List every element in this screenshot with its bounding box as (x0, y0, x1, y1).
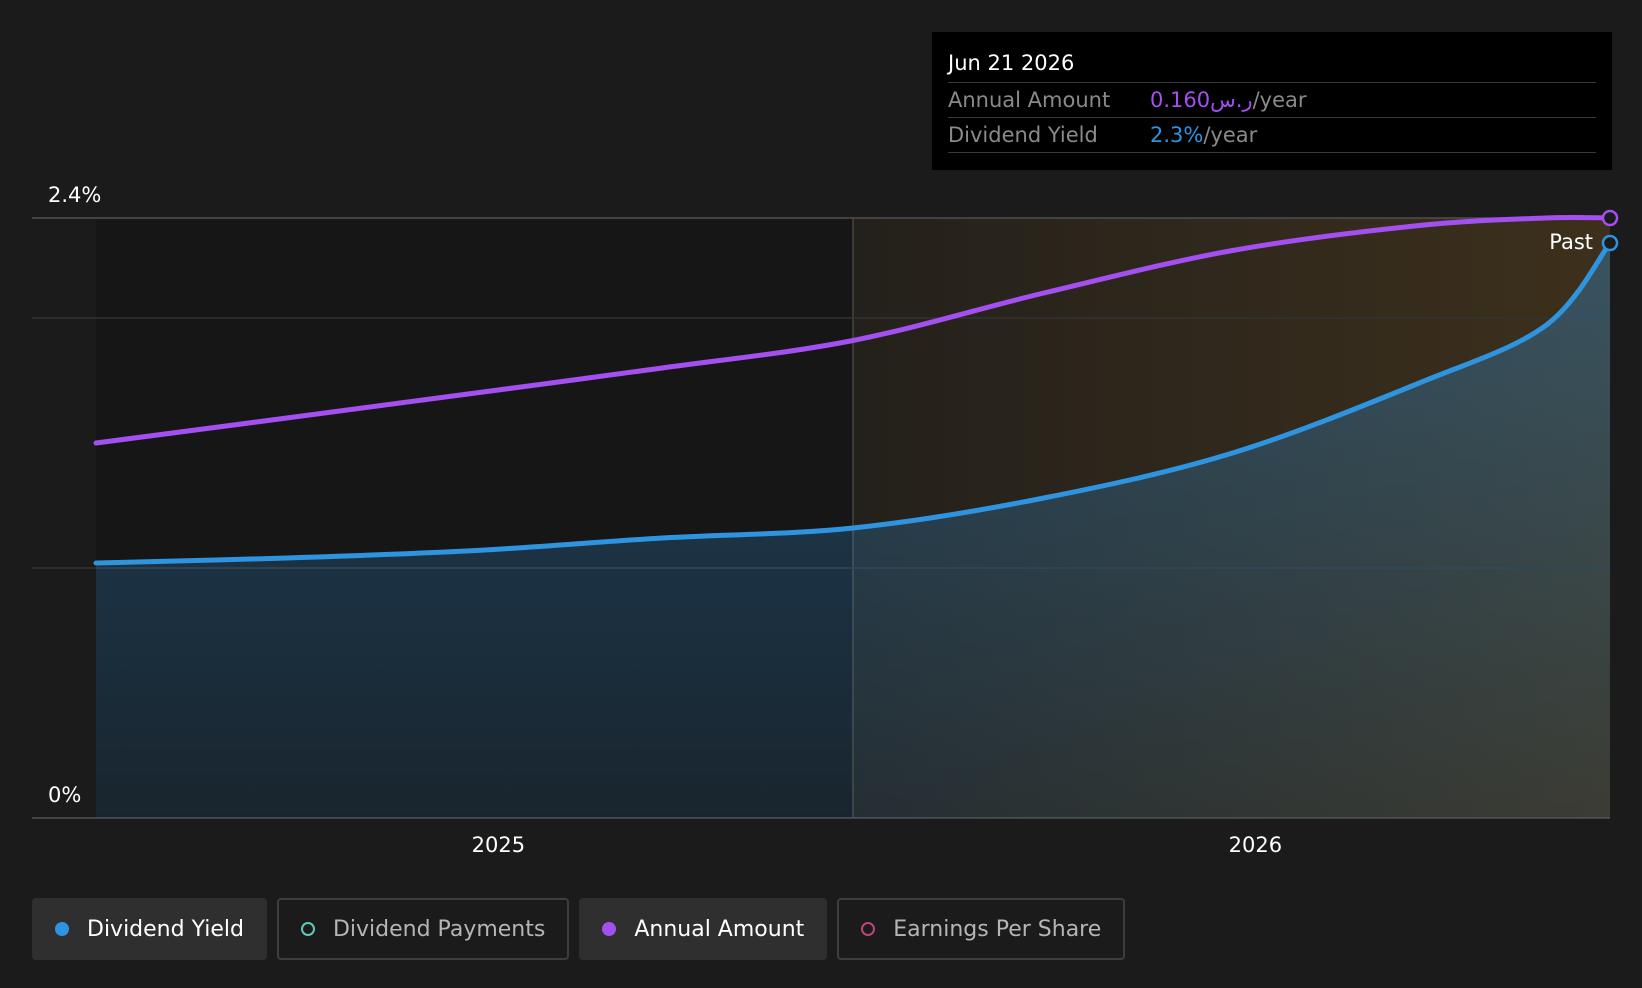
tooltip-label: Dividend Yield (948, 123, 1098, 147)
series-point-dividend-yield (1601, 234, 1619, 252)
legend-label: Dividend Yield (87, 916, 244, 942)
chart-legend: Dividend Yield Dividend Payments Annual … (32, 898, 1126, 960)
y-tick-label: 2.4% (48, 183, 101, 207)
past-label: Past (1549, 230, 1593, 254)
tooltip-row-annual-amount: Annual Amount 0.160ر.س /year (948, 83, 1596, 118)
tooltip-label: Annual Amount (948, 88, 1111, 112)
legend-ring-icon (861, 922, 876, 936)
tooltip-suffix: /year (1252, 88, 1307, 112)
tooltip-value: 2.3% (1150, 123, 1204, 147)
chart-tooltip: Jun 21 2026 Annual Amount 0.160ر.س /year… (932, 32, 1612, 170)
legend-label: Annual Amount (634, 916, 805, 942)
x-tick-label: 2025 (472, 833, 525, 857)
legend-dot-icon (602, 922, 617, 936)
tooltip-value: 0.160ر.س (1150, 88, 1253, 112)
tooltip-date: Jun 21 2026 (948, 32, 1596, 83)
legend-earnings-per-share[interactable]: Earnings Per Share (837, 898, 1126, 960)
legend-annual-amount[interactable]: Annual Amount (579, 898, 828, 960)
legend-dot-icon (55, 922, 69, 936)
legend-dividend-yield[interactable]: Dividend Yield (32, 898, 267, 960)
x-tick-label: 2026 (1229, 833, 1282, 857)
legend-ring-icon (300, 922, 315, 936)
series-point-annual-amount (1601, 209, 1619, 227)
legend-label: Dividend Payments (332, 916, 546, 942)
legend-dividend-payments[interactable]: Dividend Payments (276, 898, 570, 960)
legend-label: Earnings Per Share (893, 916, 1102, 942)
y-tick-label: 0% (48, 783, 81, 807)
tooltip-row-dividend-yield: Dividend Yield 2.3% /year (948, 118, 1596, 153)
tooltip-suffix: /year (1203, 123, 1258, 147)
